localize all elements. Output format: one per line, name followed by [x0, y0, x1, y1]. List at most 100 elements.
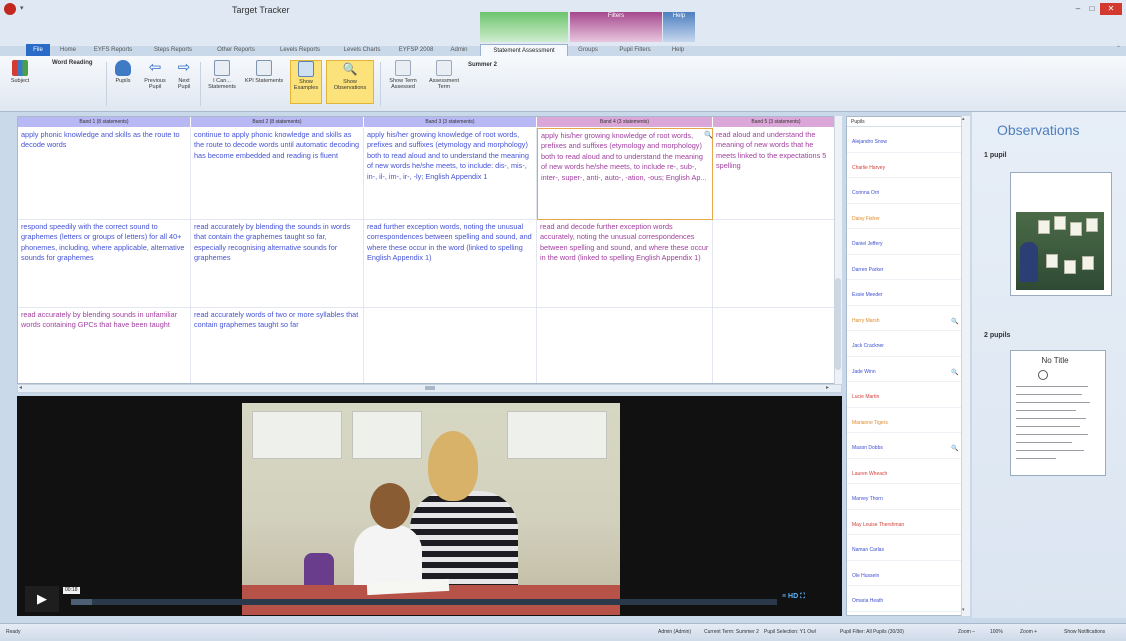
pupil-list-item[interactable]: Marvey Thorn [847, 484, 963, 510]
statement-cell[interactable] [713, 308, 836, 383]
tab-pupil-filters[interactable]: Pupil Filters [608, 44, 662, 56]
video-settings-icons[interactable]: ≡ HD ⛶ [782, 593, 805, 601]
video-progress-fill [71, 599, 93, 605]
pupil-list-item[interactable]: Marianne Tigers [847, 408, 963, 433]
handwriting-line [1016, 386, 1088, 387]
statement-cell[interactable]: continue to apply phonic knowledge and s… [191, 128, 364, 220]
quick-access-dropdown-icon[interactable]: ▾ [20, 4, 24, 12]
show-notifications-button[interactable]: Show Notifications [1064, 629, 1105, 635]
observation-magnifier-icon[interactable]: 🔍 [951, 369, 958, 376]
zoom-out-button[interactable]: Zoom – [958, 629, 975, 635]
statement-cell[interactable]: read accurately by blending sounds in un… [18, 308, 191, 383]
previous-pupil-button[interactable]: ⇦ Previous Pupil [142, 60, 168, 91]
ribbon-separator [380, 62, 381, 106]
statement-cell[interactable]: read and decode further exception words … [537, 220, 713, 308]
handwriting-line [1016, 394, 1082, 395]
status-current-term: Current Term: Summer 2 [704, 629, 759, 635]
play-button[interactable]: ▶ [25, 586, 59, 612]
tab-statement-assessment[interactable]: Statement Assessment [480, 44, 568, 56]
scroll-down-icon[interactable]: ▾ [962, 607, 965, 613]
pupils-scrollbar[interactable] [961, 116, 970, 616]
statement-cell[interactable]: apply his/her growing knowledge of root … [364, 128, 537, 220]
tab-steps-reports[interactable]: Steps Reports [144, 44, 202, 56]
statement-cell[interactable]: read further exception words, noting the… [364, 220, 537, 308]
statement-cell-selected[interactable]: apply his/her growing knowledge of root … [537, 128, 713, 220]
show-examples-button[interactable]: Show Examples [290, 60, 322, 104]
close-button[interactable]: ✕ [1100, 3, 1122, 15]
handwriting-line [1016, 410, 1076, 411]
pupil-list-item[interactable]: Charlie Harvey [847, 153, 963, 178]
zoom-in-button[interactable]: Zoom + [1020, 629, 1037, 635]
pupil-list-item[interactable]: Jack Crackner [847, 331, 963, 357]
scroll-right-icon[interactable]: ▸ [826, 384, 829, 391]
tab-eyfs-reports[interactable]: EYFS Reports [86, 44, 140, 56]
pupil-list-item[interactable]: Alejandro Snow [847, 127, 963, 153]
grid-scroll-thumb[interactable] [835, 278, 841, 370]
video-progress-bar[interactable] [71, 599, 777, 605]
observation-magnifier-icon[interactable]: 🔍 [704, 131, 713, 139]
scroll-left-icon[interactable]: ◂ [19, 384, 22, 391]
minimize-button[interactable]: – [1072, 3, 1084, 15]
i-can-statements-button[interactable]: I Can... Statements [204, 60, 240, 90]
pupil-list-item[interactable]: Naman Carlas [847, 535, 963, 561]
photo-detail [1046, 254, 1058, 268]
tab-admin[interactable]: Admin [442, 44, 476, 56]
show-observations-button[interactable]: 🔍 Show Observations [326, 60, 374, 104]
pupil-list-item[interactable]: May Louise Thershman [847, 510, 963, 535]
observation-magnifier-icon[interactable]: 🔍 [951, 445, 958, 452]
pupil-list-item[interactable]: Corinna Orri [847, 178, 963, 204]
pupil-list-item[interactable]: Daniel Jeffery [847, 229, 963, 255]
pupil-list-item[interactable]: Lauren Wheach [847, 459, 963, 484]
tab-home[interactable]: Home [54, 44, 82, 56]
pupil-list-item[interactable]: Jade Winn 🔍 [847, 357, 963, 382]
pupil-list-item[interactable]: Darren Parker [847, 255, 963, 280]
status-pupil-selection: Pupil Selection: Y1 Owl [764, 629, 816, 635]
statement-cell[interactable]: read accurately by blending the sounds i… [191, 220, 364, 308]
subject-button[interactable]: Subject [4, 60, 36, 84]
statement-cell[interactable] [537, 308, 713, 383]
examples-icon [298, 61, 314, 77]
app-logo-icon[interactable] [4, 3, 16, 15]
tab-file[interactable]: File [26, 44, 50, 56]
observation-magnifier-icon[interactable]: 🔍 [951, 318, 958, 325]
statement-cell[interactable]: read accurately words of two or more syl… [191, 308, 364, 383]
assessment-term-button[interactable]: Assessment Term [424, 60, 464, 90]
maximize-button[interactable]: □ [1086, 3, 1098, 15]
statement-cell[interactable]: read aloud and understand the meaning of… [713, 128, 836, 220]
status-pupil-filter[interactable]: Pupil Filter: All Pupils (30/30) [840, 629, 904, 635]
zoom-level: 100% [990, 629, 1003, 635]
pupil-list-item[interactable]: Essie Meeder [847, 280, 963, 306]
kpi-statements-button[interactable]: KPI Statements [244, 60, 284, 84]
statement-cell[interactable]: respond speedily with the correct sound … [18, 220, 191, 308]
pupil-name: Lucie Martin [852, 394, 880, 400]
column-header-band-2[interactable]: Band 2 (8 statements) [191, 117, 363, 127]
pupil-list-item[interactable]: Omaria Heath [847, 586, 963, 612]
column-header-band-4[interactable]: Band 4 (3 statements) [537, 117, 712, 127]
next-pupil-button[interactable]: ⇨ Next Pupil [172, 59, 196, 91]
column-header-band-3[interactable]: Band 3 (3 statements) [364, 117, 536, 127]
statement-cell[interactable]: apply phonic knowledge and skills as the… [18, 128, 191, 220]
tab-groups[interactable]: Groups [572, 44, 604, 56]
ribbon-collapse-icon[interactable]: ⌃ [1116, 45, 1121, 52]
pupil-list-item[interactable]: Ole Hussein [847, 561, 963, 586]
splitter-grip[interactable] [425, 386, 435, 390]
column-header-band-1[interactable]: Band 1 (8 statements) [18, 117, 190, 127]
pupil-list-item[interactable]: Harry Marsh 🔍 [847, 306, 963, 331]
arrow-right-icon: ⇨ [177, 59, 191, 76]
statement-cell[interactable] [364, 308, 537, 383]
tab-levels-reports[interactable]: Levels Reports [270, 44, 330, 56]
tab-help[interactable]: Help [664, 44, 692, 56]
video-time: 00:18 [63, 587, 80, 594]
show-term-assessed-button[interactable]: Show Term Assessed [384, 60, 422, 90]
scroll-up-icon[interactable]: ▴ [962, 116, 965, 122]
pupil-list-item[interactable]: Lucie Martin [847, 382, 963, 408]
pupil-list-item[interactable]: Daisy Fisher [847, 204, 963, 229]
tab-eyfsp-2008[interactable]: EYFSP 2008 [394, 44, 438, 56]
tab-levels-charts[interactable]: Levels Charts [334, 44, 390, 56]
pupil-list-item[interactable]: Mason Dobbs 🔍 [847, 433, 963, 459]
tab-other-reports[interactable]: Other Reports [206, 44, 266, 56]
column-header-band-5[interactable]: Band 5 (3 statements) [713, 117, 836, 127]
pupils-button[interactable]: Pupils [112, 60, 134, 84]
observation-photo[interactable] [1016, 212, 1104, 290]
statement-cell[interactable] [713, 220, 836, 308]
